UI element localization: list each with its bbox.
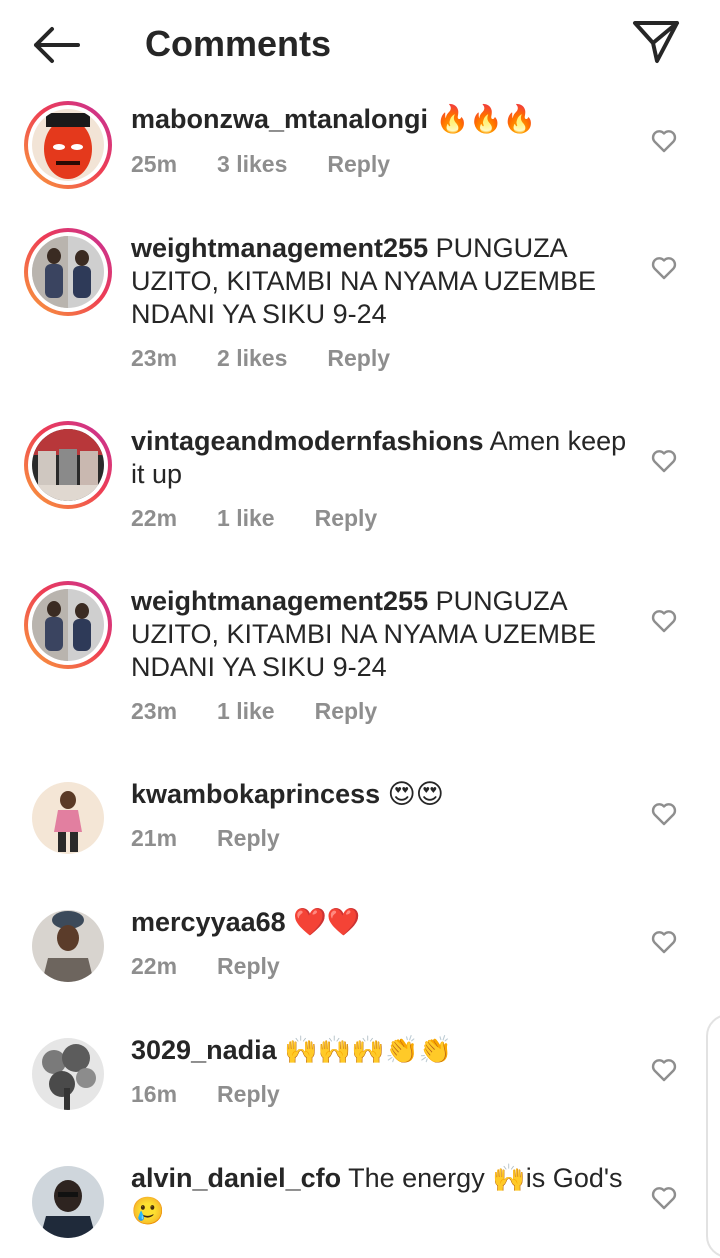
comment-username[interactable]: mabonzwa_mtanalongi [131,104,428,134]
comment-username[interactable]: weightmanagement255 [131,233,428,263]
comment-text: 🙌🙌🙌👏👏 [284,1035,453,1065]
comment-likes[interactable]: 1 like [217,696,275,726]
comment-username[interactable]: alvin_daniel_cfo [131,1163,341,1193]
heart-icon[interactable] [651,930,677,954]
reply-button[interactable]: Reply [217,1079,280,1109]
reply-button[interactable]: Reply [315,696,378,726]
comment-likes[interactable]: 2 likes [217,343,287,373]
comment-username[interactable]: 3029_nadia [131,1035,277,1065]
comment-time: 21m [131,825,178,851]
heart-icon[interactable] [651,449,677,473]
comment-username[interactable]: mercyyaa68 [131,907,286,937]
avatar[interactable] [24,228,112,316]
avatar[interactable] [24,101,112,189]
comment-time: 23m [131,698,178,724]
reply-button[interactable]: Reply [327,149,390,179]
comment-time: 16m [131,1081,178,1107]
heart-icon[interactable] [651,256,677,280]
reply-button[interactable]: Reply [217,823,280,853]
arrow-left-icon [34,27,80,63]
avatar[interactable] [32,910,104,982]
comment-text: ❤️❤️ [293,907,361,937]
avatar[interactable] [24,581,112,669]
reply-button[interactable]: Reply [327,343,390,373]
share-button[interactable] [630,18,682,66]
heart-icon[interactable] [651,802,677,826]
avatar[interactable] [32,782,104,854]
comment-text: 😍😍 [387,779,444,809]
comment-username[interactable]: vintageandmodernfashions [131,426,484,456]
comment-username[interactable]: weightmanagement255 [131,586,428,616]
heart-icon[interactable] [651,129,677,153]
reply-button[interactable]: Reply [217,951,280,981]
comment-text: 🔥🔥🔥 [435,104,537,134]
page-title: Comments [145,23,332,64]
heart-icon[interactable] [651,1186,677,1210]
comment-time: 22m [131,505,178,531]
avatar[interactable] [32,1038,104,1110]
header-bar: Comments [0,0,720,90]
heart-icon[interactable] [651,609,677,633]
heart-icon[interactable] [651,1058,677,1082]
comment-time: 22m [131,953,178,979]
paper-plane-icon [633,21,679,63]
scroll-handle[interactable] [706,1014,720,1258]
reply-button[interactable]: Reply [315,503,378,533]
avatar[interactable] [32,1166,104,1238]
comment-likes[interactable]: 3 likes [217,149,287,179]
back-button[interactable] [30,24,82,66]
comment-likes[interactable]: 1 like [217,503,275,533]
avatar[interactable] [24,421,112,509]
comment-time: 23m [131,345,178,371]
comment-username[interactable]: kwambokaprincess [131,779,380,809]
comment-time: 25m [131,151,178,177]
